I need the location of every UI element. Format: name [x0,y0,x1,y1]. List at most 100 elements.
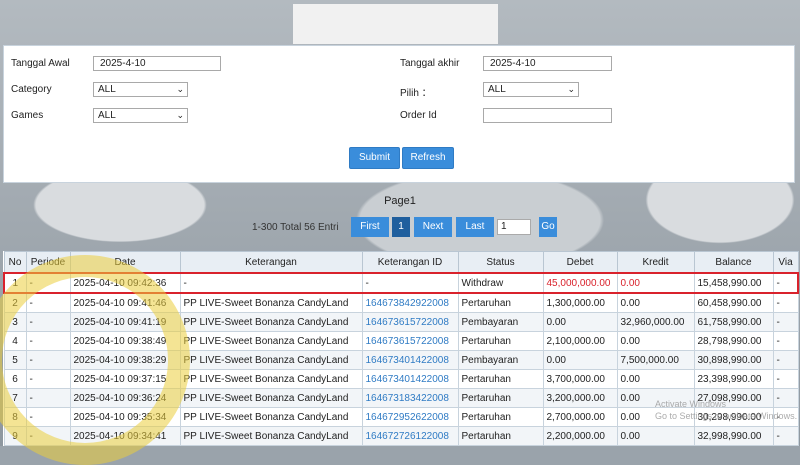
row-debet: 3,700,000.00 [542,369,618,389]
row-status: Withdraw [457,272,544,294]
col-status-header[interactable]: Status [457,251,544,274]
col-keterangan-header[interactable]: Keterangan [179,251,363,274]
table-row[interactable]: 9-2025-04-10 09:34:41 PP LIVE-Sweet Bonan… [3,426,799,446]
submit-button[interactable]: Submit [349,147,400,169]
row-date: 2025-04-10 09:35:34 [69,407,181,427]
row-debet: 45,000,000.00 [542,272,618,294]
table-row[interactable]: 8-2025-04-10 09:35:34 PP LIVE-Sweet Bonan… [3,407,799,427]
row-keterangan: PP LIVE-Sweet Bonanza CandyLand [179,369,363,389]
table-row[interactable]: 3-2025-04-10 09:41:19 PP LIVE-Sweet Bonan… [3,312,799,332]
page-number-input[interactable]: 1 [497,219,531,235]
row-via: - [772,312,799,332]
row-kredit: 0.00 [616,369,695,389]
first-page-button[interactable]: First [351,217,389,237]
row-periode: - [25,331,71,351]
row-debet: 0.00 [542,312,618,332]
row-debet: 2,100,000.00 [542,331,618,351]
table-row[interactable]: 5-2025-04-10 09:38:29 PP LIVE-Sweet Bonan… [3,350,799,370]
row-balance: 28,798,990.00 [693,331,774,351]
row-keterangan-id[interactable]: 164672726122008 [361,426,459,446]
row-status: Pertaruhan [457,331,544,351]
row-status: Pembayaran [457,312,544,332]
tanggal-awal-input[interactable]: 2025-4-10 [93,56,221,71]
row-keterangan-id[interactable]: 164673615722008 [361,331,459,351]
col-keterangan-id-header[interactable]: Keterangan ID [361,251,459,274]
row-periode: - [25,292,71,313]
row-periode: - [25,272,71,294]
row-via: - [772,407,799,427]
row-balance: 61,758,990.00 [693,312,774,332]
row-kredit: 0.00 [616,292,695,313]
row-keterangan: PP LIVE-Sweet Bonanza CandyLand [179,292,363,313]
row-keterangan-id[interactable]: 164672952622008 [361,407,459,427]
row-via: - [772,426,799,446]
next-page-button[interactable]: Next [414,217,452,237]
last-page-button[interactable]: Last [456,217,494,237]
tanggal-akhir-input[interactable]: 2025-4-10 [483,56,612,71]
col-kredit-header[interactable]: Kredit [616,251,695,274]
games-select-value: ALL [98,110,116,121]
table-row[interactable]: 2-2025-04-10 09:41:46 PP LIVE-Sweet Bonan… [3,292,799,313]
row-status: Pertaruhan [457,407,544,427]
order-id-input[interactable] [483,108,612,123]
go-button[interactable]: Go [539,217,557,237]
row-no: 5 [3,350,27,370]
row-keterangan-id[interactable]: 164673401422008 [361,350,459,370]
row-keterangan: PP LIVE-Sweet Bonanza CandyLand [179,426,363,446]
row-keterangan-id[interactable]: 164673183422008 [361,388,459,408]
row-status: Pembayaran [457,350,544,370]
pilih-select[interactable]: ALL ⌄ [483,82,579,97]
row-balance: 15,458,990.00 [693,272,774,294]
chevron-down-icon: ⌄ [176,84,184,94]
row-status: Pertaruhan [457,292,544,313]
col-periode-header[interactable]: Periode [25,251,71,274]
row-debet: 3,200,000.00 [542,388,618,408]
row-keterangan-id[interactable]: 164673401422008 [361,369,459,389]
row-via: - [772,272,799,294]
row-no: 8 [3,407,27,427]
table-row[interactable]: 1-2025-04-10 09:42:36- - Withdraw 45,000,00… [3,272,799,294]
row-debet: 2,700,000.00 [542,407,618,427]
row-date: 2025-04-10 09:37:15 [69,369,181,389]
row-via: - [772,388,799,408]
row-keterangan-id[interactable]: 164673842922008 [361,292,459,313]
filter-panel: Tanggal Awal 2025-4-10 Tanggal akhir 202… [3,45,795,183]
row-kredit: 0.00 [616,388,695,408]
row-debet: 0.00 [542,350,618,370]
tanggal-awal-label: Tanggal Awal [11,58,70,69]
table-row[interactable]: 6-2025-04-10 09:37:15 PP LIVE-Sweet Bonan… [3,369,799,389]
refresh-button[interactable]: Refresh [402,147,454,169]
row-debet: 2,200,000.00 [542,426,618,446]
row-balance: 27,098,990.00 [693,388,774,408]
row-keterangan: PP LIVE-Sweet Bonanza CandyLand [179,350,363,370]
table-header-row: No Periode Date Keterangan Keterangan ID… [3,251,799,274]
col-via-header[interactable]: Via [772,251,799,274]
games-select[interactable]: ALL ⌄ [93,108,188,123]
row-kredit: 0.00 [616,426,695,446]
current-page-button[interactable]: 1 [392,217,410,237]
row-debet: 1,300,000.00 [542,292,618,313]
pilih-select-value: ALL [488,84,506,95]
table-row[interactable]: 4-2025-04-10 09:38:49 PP LIVE-Sweet Bonan… [3,331,799,351]
games-label: Games [11,110,44,121]
row-date: 2025-04-10 09:34:41 [69,426,181,446]
col-no-header[interactable]: No [3,251,27,274]
row-no: 4 [3,331,27,351]
row-balance: 60,458,990.00 [693,292,774,313]
table-row[interactable]: 7-2025-04-10 09:36:24 PP LIVE-Sweet Bonan… [3,388,799,408]
row-no: 6 [3,369,27,389]
row-periode: - [25,426,71,446]
col-date-header[interactable]: Date [69,251,181,274]
row-balance: 32,998,990.00 [693,426,774,446]
col-debet-header[interactable]: Debet [542,251,618,274]
row-date: 2025-04-10 09:41:46 [69,292,181,313]
col-balance-header[interactable]: Balance [693,251,774,274]
row-keterangan-id[interactable]: 164673615722008 [361,312,459,332]
row-periode: - [25,369,71,389]
row-kredit: 0.00 [616,331,695,351]
tanggal-akhir-label: Tanggal akhir [400,58,460,69]
category-select[interactable]: ALL ⌄ [93,82,188,97]
row-kredit: 32,960,000.00 [616,312,695,332]
row-date: 2025-04-10 09:42:36 [69,272,181,294]
row-balance: 30,298,990.00 [693,407,774,427]
